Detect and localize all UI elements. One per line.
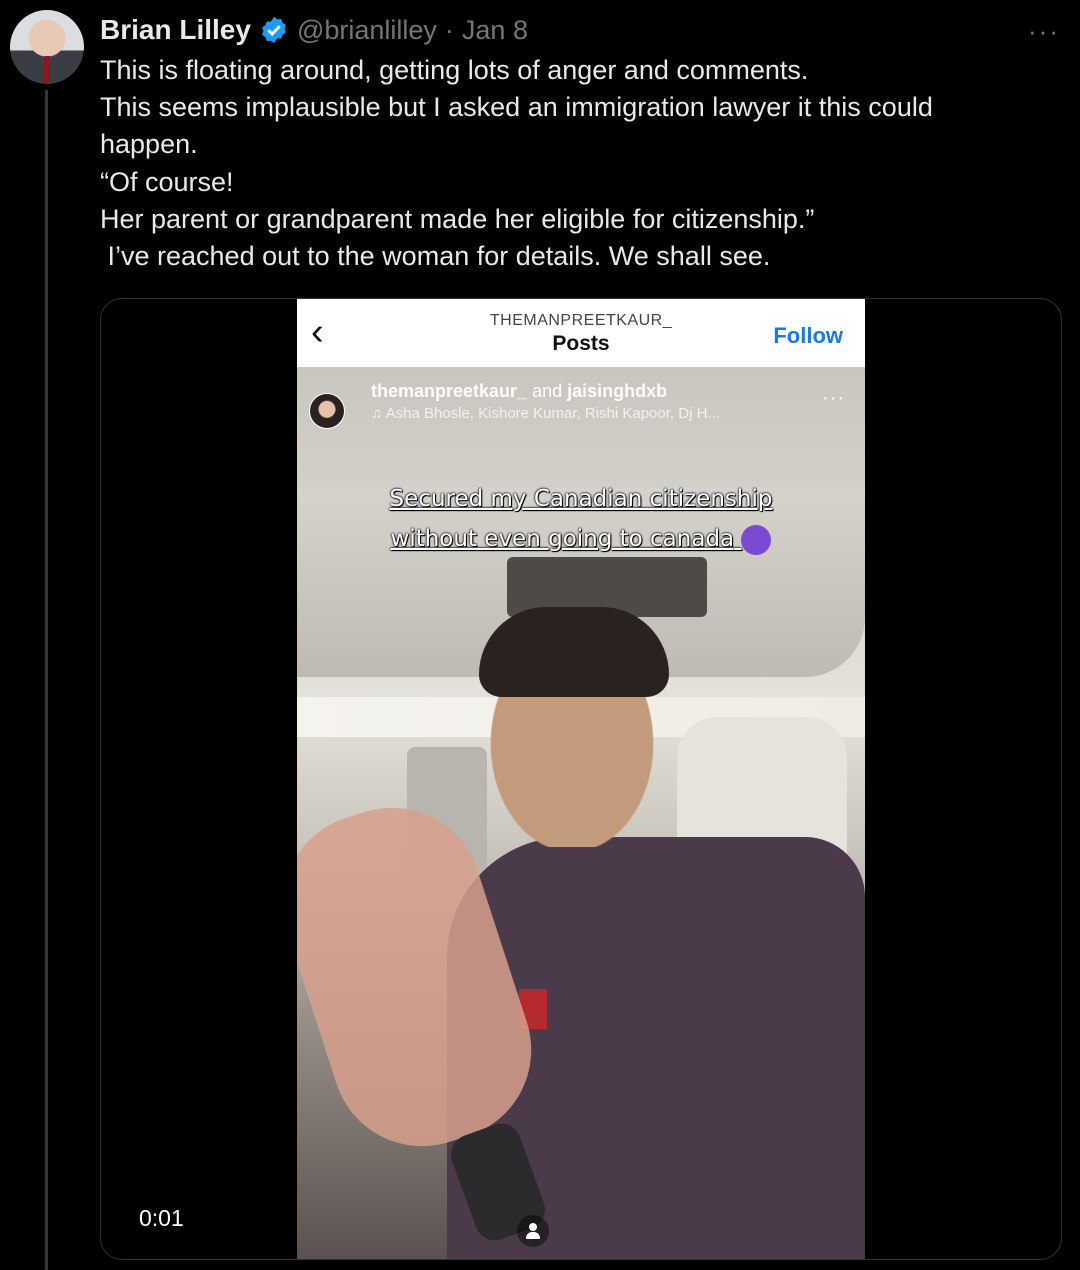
- instagram-header: ‹ THEMANPREETKAUR_ Posts Follow: [297, 299, 865, 367]
- video-player[interactable]: ‹ THEMANPREETKAUR_ Posts Follow themanpr…: [100, 298, 1062, 1260]
- user-tag-icon[interactable]: [517, 1215, 549, 1247]
- video-caption: Secured my Canadian citizenship without …: [297, 479, 865, 559]
- ig-more-icon: ···: [822, 387, 845, 409]
- tweet-line: This is floating around, getting lots of…: [100, 55, 809, 85]
- author-avatar[interactable]: [10, 10, 84, 84]
- handle[interactable]: @brianlilley: [297, 15, 437, 46]
- video-frame[interactable]: ‹ THEMANPREETKAUR_ Posts Follow themanpr…: [297, 299, 865, 1259]
- follow-button[interactable]: Follow: [773, 323, 843, 349]
- separator-dot: ·: [444, 14, 454, 45]
- ig-owners: themanpreetkaur_ and jaisinghdxb: [371, 381, 667, 402]
- more-options-icon[interactable]: ···: [1028, 16, 1060, 47]
- tweet-line: This seems implausible but I asked an im…: [100, 92, 933, 123]
- tweet-line: Her parent or grandparent made her eligi…: [100, 203, 815, 234]
- ig-post-meta: themanpreetkaur_ and jaisinghdxb ♫ Asha …: [297, 381, 865, 441]
- ig-owner-a[interactable]: themanpreetkaur_: [371, 381, 527, 401]
- thread-line: [45, 90, 48, 1270]
- tweet-header: Brian Lilley @brianlilley · Jan 8: [100, 12, 528, 48]
- caption-line: Secured my Canadian citizenship: [389, 486, 773, 512]
- ig-owner-join: and: [527, 381, 568, 401]
- tweet-line: happen.: [100, 129, 198, 160]
- verified-badge-icon: [262, 16, 286, 44]
- ig-owner-b[interactable]: jaisinghdxb: [567, 381, 667, 401]
- tweet-text: This is floating around, getting lots of…: [100, 52, 1040, 275]
- display-name[interactable]: Brian Lilley: [100, 14, 251, 46]
- tweet-date[interactable]: Jan 8: [462, 15, 528, 46]
- caption-line: without even going to canada: [390, 526, 735, 552]
- ig-music: ♫ Asha Bhosle, Kishore Kumar, Rishi Kapo…: [371, 405, 720, 422]
- devil-emoji-icon: [741, 524, 772, 555]
- video-timestamp: 0:01: [139, 1205, 184, 1231]
- tweet-line: “Of course!: [100, 166, 234, 197]
- ig-avatar[interactable]: [309, 393, 345, 429]
- tweet-line: I’ve reached out to the woman for detail…: [100, 241, 771, 272]
